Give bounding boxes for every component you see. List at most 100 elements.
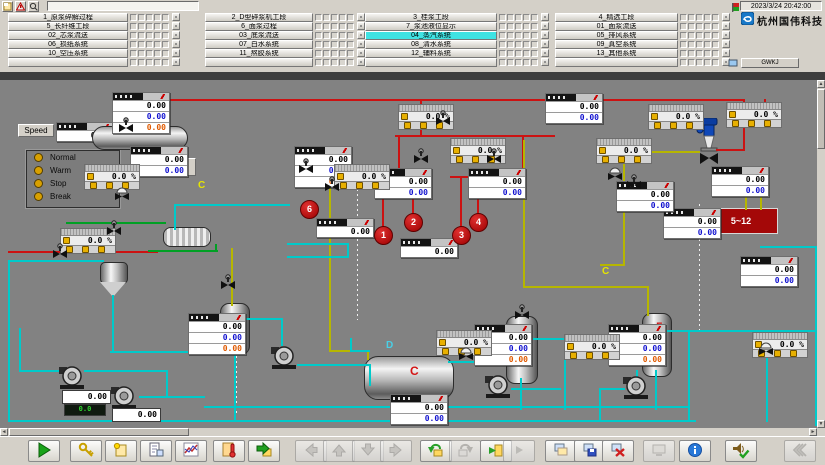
menu-mini-button[interactable] xyxy=(541,58,549,66)
menu-mini-button[interactable] xyxy=(357,40,365,48)
hand-valve-icon[interactable] xyxy=(324,176,340,191)
zoom-icon[interactable] xyxy=(28,1,39,12)
menu-button[interactable]: 09_真空系统 xyxy=(555,40,678,49)
menu-button[interactable]: 3_桂浆工段 xyxy=(365,13,497,22)
controller-faceplate[interactable]: 0.0 % xyxy=(648,104,704,130)
info-button[interactable] xyxy=(679,440,711,462)
new-page-icon[interactable] xyxy=(2,1,13,12)
menu-button[interactable]: 5_长纤维工段 xyxy=(8,22,128,31)
menu-mini-button[interactable] xyxy=(172,22,180,30)
menu-button[interactable]: 12_辅料系统 xyxy=(365,49,497,58)
menu-button[interactable]: 10_空压系统 xyxy=(8,49,128,58)
controller-faceplate[interactable]: 0.0 % xyxy=(84,164,140,190)
hand-valve-icon[interactable] xyxy=(626,174,642,189)
v-scrollbar[interactable]: ▲ ▼ xyxy=(817,80,825,428)
pump-icon[interactable] xyxy=(270,344,298,370)
menu-mini-button[interactable] xyxy=(541,40,549,48)
menu-mini-button[interactable] xyxy=(357,49,365,57)
menu-mini-button[interactable] xyxy=(541,22,549,30)
controller-faceplate[interactable]: 0.0 % xyxy=(564,334,620,360)
menu-mini-button[interactable] xyxy=(541,31,549,39)
gwkj-button[interactable]: GWKJ xyxy=(741,58,799,68)
menu-button[interactable] xyxy=(8,58,128,67)
panel-icon[interactable] xyxy=(727,57,738,68)
menu-button[interactable]: 11_熬胶系统 xyxy=(205,49,313,58)
menu-button[interactable]: 4_精选工段 xyxy=(555,13,678,22)
hand-valve-icon[interactable] xyxy=(298,158,314,173)
control-valve-icon[interactable] xyxy=(607,166,623,180)
menu-mini-button[interactable] xyxy=(722,13,730,21)
menu-mini-button[interactable] xyxy=(357,31,365,39)
menu-button[interactable]: 06_损纸系统 xyxy=(8,40,128,49)
menu-mini-button[interactable] xyxy=(722,40,730,48)
nav-right-button[interactable] xyxy=(380,440,412,462)
report-button[interactable] xyxy=(140,440,172,462)
hand-valve-icon[interactable] xyxy=(106,220,122,235)
menu-button[interactable] xyxy=(205,58,313,67)
h-scrollbar[interactable]: ◄ ► xyxy=(0,428,817,436)
hand-valve-icon[interactable] xyxy=(118,117,134,132)
pump-icon[interactable] xyxy=(58,364,86,390)
menu-button[interactable]: 08_清水系统 xyxy=(365,40,497,49)
controller-faceplate[interactable]: 0.0 % xyxy=(596,138,652,164)
menu-button[interactable]: 04_蒸汽系统 xyxy=(365,31,497,40)
menu-mini-button[interactable] xyxy=(357,22,365,30)
menu-mini-button[interactable] xyxy=(172,58,180,66)
address-input[interactable] xyxy=(47,1,199,11)
menu-button[interactable] xyxy=(365,58,497,67)
trend-button[interactable] xyxy=(175,440,207,462)
exit-button[interactable] xyxy=(784,440,816,462)
menu-button[interactable]: 07_白水系统 xyxy=(205,40,313,49)
alarm-icon[interactable] xyxy=(15,1,26,12)
h-scroll-thumb[interactable] xyxy=(9,428,189,436)
menu-button[interactable]: 7_浆池液位显示 xyxy=(365,22,497,31)
menu-mini-button[interactable] xyxy=(357,58,365,66)
menu-button[interactable]: 01_面浆流送 xyxy=(555,22,678,31)
menu-button[interactable]: 03_底浆流送 xyxy=(205,31,313,40)
menu-mini-button[interactable] xyxy=(357,13,365,21)
audio-ack-button[interactable] xyxy=(725,440,757,462)
menu-button[interactable] xyxy=(555,58,678,67)
window-open-button[interactable] xyxy=(545,440,577,462)
menu-mini-button[interactable] xyxy=(172,13,180,21)
control-valve-icon[interactable] xyxy=(758,341,774,355)
menu-mini-button[interactable] xyxy=(541,13,549,21)
menu-button[interactable]: 02_芯浆流送 xyxy=(8,31,128,40)
scroll-down-icon[interactable]: ▼ xyxy=(817,420,825,428)
control-valve-icon[interactable] xyxy=(114,186,130,200)
controller-faceplate[interactable]: 0.0 % xyxy=(334,164,390,190)
scroll-right-icon[interactable]: ► xyxy=(809,428,817,436)
menu-mini-button[interactable] xyxy=(172,31,180,39)
undo-button[interactable] xyxy=(420,440,452,462)
monitor-button[interactable] xyxy=(643,440,675,462)
scroll-left-icon[interactable]: ◄ xyxy=(0,428,8,436)
v-scroll-thumb[interactable] xyxy=(817,89,825,149)
run-button[interactable] xyxy=(28,440,60,462)
scroll-up-icon[interactable]: ▲ xyxy=(817,80,825,88)
new-window-button[interactable] xyxy=(105,440,137,462)
pump-icon[interactable] xyxy=(110,384,138,410)
pump-icon[interactable] xyxy=(484,373,512,399)
menu-mini-button[interactable] xyxy=(722,31,730,39)
menu-button[interactable]: 05_排风系统 xyxy=(555,31,678,40)
hand-valve-icon[interactable] xyxy=(486,148,502,163)
window-delete-button[interactable] xyxy=(602,440,634,462)
menu-button[interactable]: 13_其他系统 xyxy=(555,49,678,58)
redo-button[interactable] xyxy=(449,440,481,462)
menu-mini-button[interactable] xyxy=(172,40,180,48)
pump-icon[interactable] xyxy=(622,374,650,400)
key-button[interactable] xyxy=(70,440,102,462)
alarm-log-button[interactable] xyxy=(213,440,245,462)
control-valve-icon[interactable] xyxy=(458,346,474,360)
hand-valve-icon[interactable] xyxy=(514,304,530,319)
controller-faceplate[interactable]: 0.0 % xyxy=(726,102,782,128)
menu-button[interactable]: 2_D型碎浆机工段 xyxy=(205,13,313,22)
hand-valve-icon[interactable] xyxy=(220,274,236,289)
menu-mini-button[interactable] xyxy=(722,49,730,57)
hand-valve-icon[interactable] xyxy=(435,110,451,125)
menu-button[interactable]: 1_原浆碎解过程 xyxy=(8,13,128,22)
menu-mini-button[interactable] xyxy=(541,49,549,57)
data-export-button[interactable] xyxy=(248,440,280,462)
nav-up-button[interactable] xyxy=(323,440,355,462)
hand-valve-icon[interactable] xyxy=(52,243,68,258)
